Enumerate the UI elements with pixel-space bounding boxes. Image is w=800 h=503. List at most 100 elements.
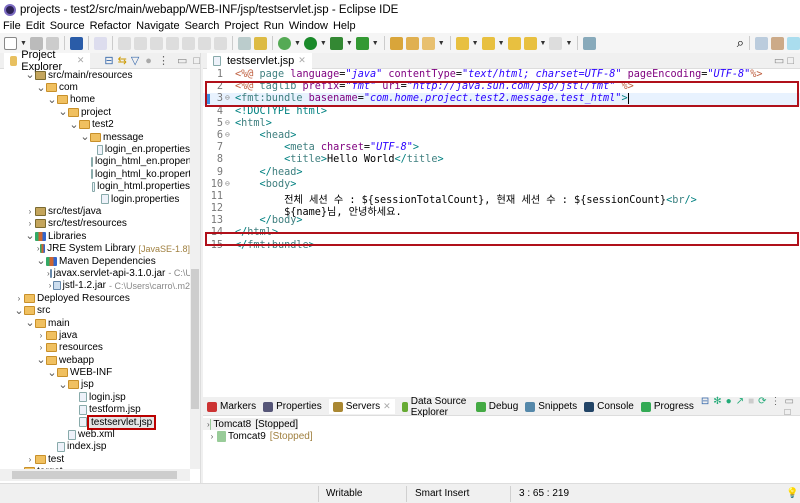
code-line[interactable]: 10 ⊖ <body> bbox=[203, 179, 800, 191]
open-task-icon[interactable] bbox=[405, 36, 419, 50]
chevron-right-icon[interactable]: › bbox=[36, 343, 46, 352]
fold-toggle-icon[interactable] bbox=[225, 81, 233, 93]
step-into-icon[interactable] bbox=[181, 36, 195, 50]
chevron-right-icon[interactable]: › bbox=[207, 432, 217, 441]
tree-item[interactable]: login_html_ko.properties bbox=[0, 168, 190, 180]
disconnect-icon[interactable] bbox=[165, 36, 179, 50]
tree-item[interactable]: login_html_en.properties bbox=[0, 156, 190, 168]
coverage-dropdown-icon[interactable]: ▼ bbox=[346, 40, 353, 47]
tree-item[interactable]: ⌄ webapp bbox=[0, 354, 190, 366]
menu-navigate[interactable]: Navigate bbox=[136, 20, 179, 32]
prev-annotation-icon[interactable] bbox=[481, 36, 495, 50]
chevron-right-icon[interactable]: › bbox=[25, 219, 35, 228]
debug-perspective-icon[interactable] bbox=[787, 36, 800, 50]
maximize-icon[interactable]: □ bbox=[193, 55, 200, 67]
tree-item[interactable]: login_en.properties bbox=[0, 143, 190, 155]
tree-item[interactable]: login.jsp bbox=[0, 391, 190, 403]
chevron-down-icon[interactable]: ⌄ bbox=[69, 119, 79, 130]
chevron-down-icon[interactable]: ⌄ bbox=[14, 305, 24, 316]
tab-data-source-explorer[interactable]: Data Source Explorer bbox=[401, 396, 469, 418]
tree-item[interactable]: › src/test/java bbox=[0, 205, 190, 217]
minimize-icon[interactable]: ▭ □ bbox=[774, 54, 794, 67]
code-area[interactable]: 1 <%@ page language="java" contentType="t… bbox=[203, 69, 800, 252]
fold-toggle-icon[interactable] bbox=[225, 142, 233, 154]
tree-item[interactable]: web.xml bbox=[0, 428, 190, 440]
tree-item[interactable]: ⌄ WEB-INF bbox=[0, 366, 190, 378]
publish-icon[interactable]: ⟳ bbox=[758, 396, 766, 418]
code-line[interactable]: 12 ${name}님, 안녕하세요. bbox=[203, 203, 800, 218]
fold-toggle-icon[interactable] bbox=[225, 167, 233, 179]
menu-window[interactable]: Window bbox=[289, 20, 328, 32]
back-dropdown-icon[interactable]: ▼ bbox=[540, 40, 547, 47]
open-perspective-icon[interactable] bbox=[755, 36, 768, 50]
search-icon[interactable]: ⌕ bbox=[737, 35, 744, 51]
forward-dropdown-icon[interactable]: ▼ bbox=[565, 40, 572, 47]
external-tools-dropdown-icon[interactable]: ▼ bbox=[372, 40, 379, 47]
search-tool-icon[interactable] bbox=[421, 36, 435, 50]
chevron-down-icon[interactable]: ⌄ bbox=[58, 107, 68, 118]
next-annotation-icon[interactable] bbox=[455, 36, 469, 50]
tree-item[interactable]: index.jsp bbox=[0, 441, 190, 453]
menu-search[interactable]: Search bbox=[185, 20, 220, 32]
tab-progress[interactable]: Progress bbox=[640, 401, 694, 412]
tab-debug[interactable]: Debug bbox=[475, 401, 518, 412]
chevron-right-icon[interactable]: › bbox=[14, 294, 24, 303]
code-line[interactable]: 6 ⊖ <head> bbox=[203, 130, 800, 142]
tree-item[interactable]: › Deployed Resources bbox=[0, 292, 190, 304]
tree-item[interactable]: ⌄ src/main/resources bbox=[0, 69, 190, 81]
chevron-down-icon[interactable]: ⌄ bbox=[25, 70, 35, 81]
fold-toggle-icon[interactable] bbox=[225, 240, 233, 252]
tree-item[interactable]: › test bbox=[0, 453, 190, 465]
menu-refactor[interactable]: Refactor bbox=[90, 20, 132, 32]
code-line[interactable]: 3 ⊖ <fmt:bundle basename="com.home.project… bbox=[203, 93, 800, 106]
code-line[interactable]: 14 </html> bbox=[203, 227, 800, 239]
tree-item[interactable]: ⌄ Maven Dependencies bbox=[0, 255, 190, 267]
lightbulb-icon[interactable]: 💡 bbox=[786, 488, 798, 499]
fold-toggle-icon[interactable] bbox=[225, 69, 233, 81]
tree-item[interactable]: ⌄ jsp bbox=[0, 379, 190, 391]
chevron-down-icon[interactable]: ⌄ bbox=[80, 132, 90, 143]
chevron-down-icon[interactable]: ⌄ bbox=[25, 318, 35, 329]
close-icon[interactable]: ✕ bbox=[298, 55, 306, 66]
menu-run[interactable]: Run bbox=[264, 20, 284, 32]
fold-toggle-icon[interactable] bbox=[225, 191, 233, 203]
fold-toggle-icon[interactable]: ⊖ bbox=[225, 118, 233, 130]
tree-item[interactable]: ⌄ com bbox=[0, 81, 190, 93]
tree-item[interactable]: › JRE System Library [JavaSE-1.8] bbox=[0, 242, 190, 254]
server-item[interactable]: › Tomcat9 [Stopped] bbox=[203, 430, 800, 443]
stop-server-icon[interactable]: ■ bbox=[748, 396, 754, 418]
tree-item[interactable]: › resources bbox=[0, 342, 190, 354]
filter-icon[interactable]: ▽ bbox=[131, 54, 139, 67]
fold-toggle-icon[interactable]: ⊖ bbox=[225, 93, 233, 105]
tree-item[interactable]: › src/test/resources bbox=[0, 218, 190, 230]
tab-snippets[interactable]: Snippets bbox=[525, 401, 577, 412]
prev-annotation-dropdown-icon[interactable]: ▼ bbox=[498, 40, 505, 47]
close-icon[interactable]: ✕ bbox=[77, 55, 85, 66]
code-line[interactable]: 2 <%@ taglib prefix="fmt" uri="http://jav… bbox=[203, 81, 800, 93]
view-menu-icon[interactable]: ⋮ bbox=[158, 54, 169, 67]
tab-servers[interactable]: Servers ✕ bbox=[328, 399, 395, 414]
new-icon[interactable] bbox=[4, 36, 17, 50]
code-line[interactable]: 13 </body> bbox=[203, 215, 800, 227]
menu-source[interactable]: Source bbox=[50, 20, 85, 32]
run-dropdown-icon[interactable]: ▼ bbox=[320, 40, 327, 47]
tree-item[interactable]: testform.jsp bbox=[0, 404, 190, 416]
terminate-icon[interactable] bbox=[149, 36, 163, 50]
start-server-icon[interactable]: ● bbox=[726, 396, 732, 418]
tree-item[interactable]: ⌄ test2 bbox=[0, 119, 190, 131]
tree-item[interactable]: ⌄ main bbox=[0, 317, 190, 329]
view-menu-icon[interactable]: ⋮ bbox=[771, 396, 781, 418]
fold-toggle-icon[interactable] bbox=[225, 106, 233, 118]
search-dropdown-icon[interactable]: ▼ bbox=[438, 40, 445, 47]
focus-icon[interactable]: ● bbox=[145, 55, 152, 67]
profile-server-icon[interactable]: ↗ bbox=[736, 396, 744, 418]
external-tools-icon[interactable] bbox=[355, 36, 369, 50]
chevron-down-icon[interactable]: ⌄ bbox=[36, 355, 46, 366]
collapse-all-icon[interactable]: ⊟ bbox=[104, 54, 113, 67]
open-type-icon[interactable] bbox=[389, 36, 403, 50]
tree-item[interactable]: › java bbox=[0, 329, 190, 341]
back-icon[interactable] bbox=[523, 36, 537, 50]
fold-toggle-icon[interactable]: ⊖ bbox=[225, 130, 233, 142]
horizontal-scrollbar[interactable] bbox=[0, 469, 190, 481]
debug-server-icon[interactable]: ✻ bbox=[713, 396, 721, 418]
